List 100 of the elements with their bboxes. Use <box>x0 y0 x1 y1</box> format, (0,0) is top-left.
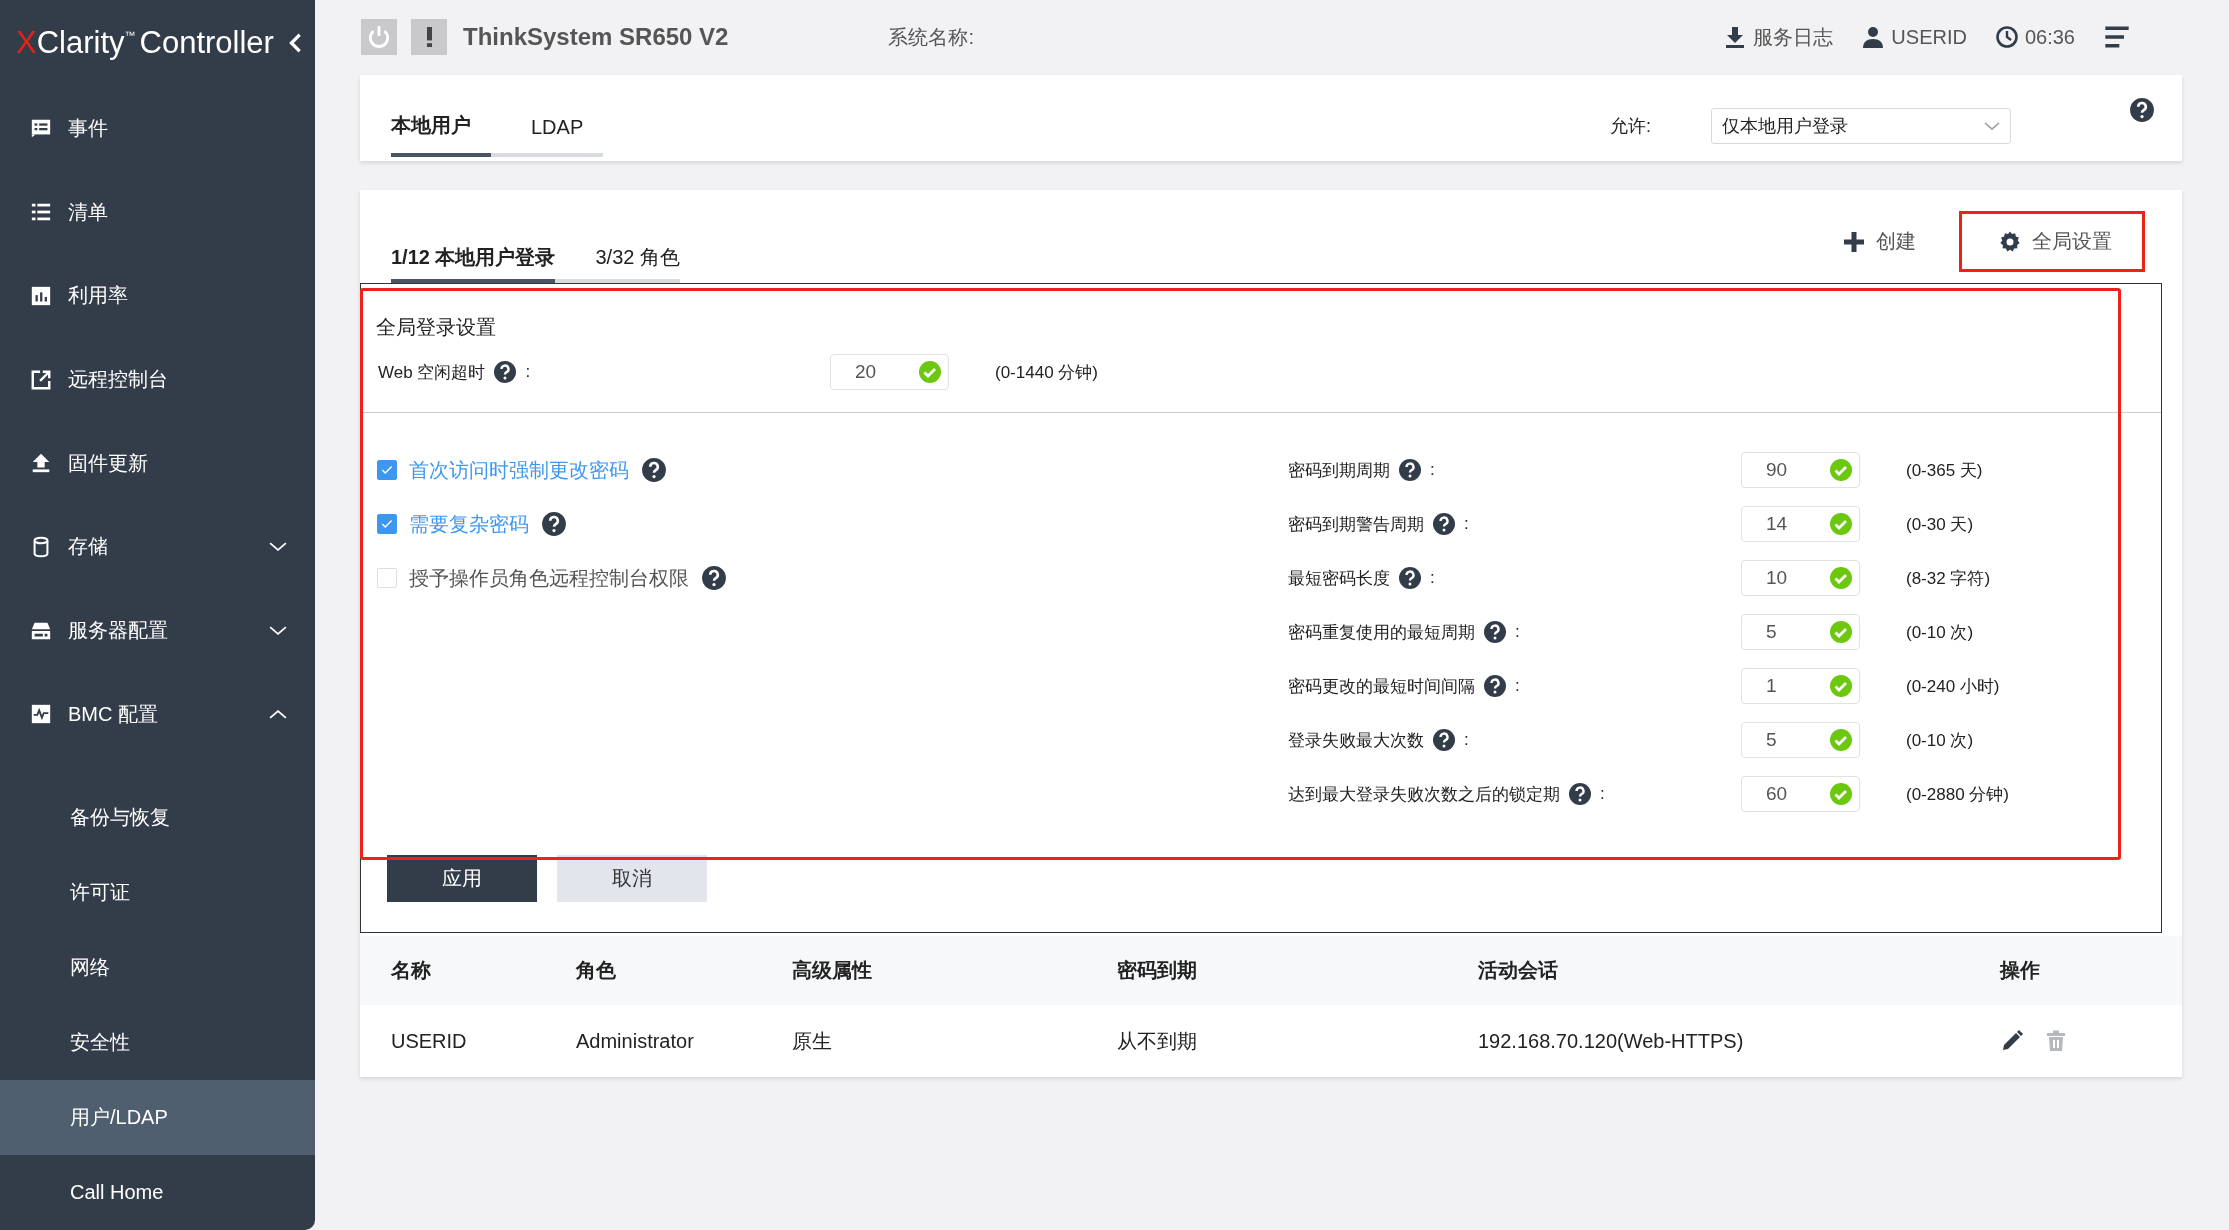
nav-item[interactable]: BMC 配置 <box>0 672 315 757</box>
help-icon[interactable] <box>2129 97 2155 123</box>
check-icon <box>1829 458 1853 482</box>
apply-button[interactable]: 应用 <box>387 855 537 902</box>
column-header: 名称 <box>360 936 576 1005</box>
nav-item[interactable]: 存储 <box>0 505 315 589</box>
field-label: 密码更改的最短时间间隔 <box>1288 675 1475 698</box>
input-field[interactable]: 20 <box>830 354 949 390</box>
nav-item[interactable]: 远程控制台 <box>0 337 315 422</box>
range-hint: (0-240 小时) <box>1906 675 2000 698</box>
check-icon <box>1829 728 1853 752</box>
tab[interactable]: 3/32 角色 <box>555 244 680 283</box>
tab[interactable]: 1/12 本地用户登录 <box>391 244 556 283</box>
tab[interactable]: LDAP <box>491 116 604 157</box>
check-icon <box>1829 512 1853 536</box>
column-header: 密码到期 <box>1117 936 1478 1005</box>
nav-subitem[interactable]: 用户/LDAP <box>0 1080 315 1156</box>
power-icon <box>366 24 392 50</box>
check-icon <box>918 360 942 384</box>
pencil-icon[interactable] <box>2000 1029 2024 1053</box>
input-field[interactable]: 5 <box>1741 722 1860 758</box>
field-label: Web 空闲超时 <box>378 361 486 384</box>
field-label: 登录失败最大次数 <box>1288 729 1424 752</box>
nav-item[interactable]: 固件更新 <box>0 421 315 505</box>
global-settings-button[interactable]: 全局设置 <box>1959 211 2145 272</box>
range-hint: (0-365 天) <box>1906 459 1983 482</box>
help-icon[interactable] <box>1398 458 1422 482</box>
login-mode-dropdown[interactable]: 仅本地用户登录 <box>1711 108 2011 144</box>
column-header: 高级属性 <box>792 936 1117 1005</box>
range-hint: (8-32 字符) <box>1906 567 1991 590</box>
plus-icon <box>1842 229 1866 254</box>
clock-icon <box>1994 25 2019 49</box>
checkbox[interactable] <box>377 514 397 534</box>
help-icon[interactable] <box>1432 728 1456 752</box>
range-hint: (0-10 次) <box>1906 621 1974 644</box>
column-header: 操作 <box>2000 936 2182 1005</box>
colon: : <box>1600 784 1605 804</box>
table-cell: 192.168.70.120(Web-HTTPS) <box>1478 1005 2000 1077</box>
help-icon[interactable] <box>493 360 518 384</box>
column-header: 角色 <box>576 936 792 1005</box>
input-field[interactable]: 60 <box>1741 776 1860 812</box>
check-icon <box>1829 566 1853 590</box>
table-cell: 从不到期 <box>1117 1005 1478 1077</box>
colon: : <box>1515 622 1520 642</box>
input-field[interactable]: 10 <box>1741 560 1860 596</box>
field-label: 最短密码长度 <box>1288 567 1390 590</box>
cancel-button[interactable]: 取消 <box>557 855 707 902</box>
field-label: 密码重复使用的最短周期 <box>1288 621 1475 644</box>
service-log-link[interactable]: 服务日志 <box>1753 23 1834 51</box>
nav-item[interactable]: 事件 <box>0 86 315 171</box>
help-icon[interactable] <box>1483 674 1507 698</box>
nav-item[interactable]: 服务器配置 <box>0 588 315 673</box>
field-label: 密码到期周期 <box>1288 459 1390 482</box>
help-icon[interactable] <box>1568 782 1592 806</box>
input-field[interactable]: 1 <box>1741 668 1860 704</box>
range-hint: (0-2880 分钟) <box>1906 783 2009 806</box>
nav-subitem[interactable]: 许可证 <box>0 855 315 931</box>
external-link-icon <box>30 368 52 391</box>
nav-item[interactable]: 清单 <box>0 170 315 254</box>
range-hint: (0-1440 分钟) <box>995 361 1098 384</box>
colon: : <box>1464 514 1469 534</box>
column-header: 活动会话 <box>1478 936 2000 1005</box>
table-cell: 原生 <box>792 1005 1117 1077</box>
colon: : <box>525 362 531 382</box>
help-icon[interactable] <box>1483 620 1507 644</box>
pulse-icon <box>30 703 52 726</box>
upload-icon <box>30 452 52 475</box>
colon: : <box>1515 676 1520 696</box>
exclamation-icon <box>426 27 432 47</box>
check-icon <box>1829 620 1853 644</box>
input-field[interactable]: 5 <box>1741 614 1860 650</box>
help-icon[interactable] <box>1398 566 1422 590</box>
bar-chart-icon <box>30 284 52 307</box>
nav-subitem[interactable]: 安全性 <box>0 1005 315 1081</box>
help-icon[interactable] <box>701 565 727 591</box>
alert-button[interactable] <box>411 19 447 55</box>
chevron-down-icon <box>269 542 287 552</box>
help-icon[interactable] <box>641 457 667 483</box>
checkmark-icon <box>380 517 394 531</box>
help-icon[interactable] <box>1432 512 1456 536</box>
checkbox-label[interactable]: 授予操作员角色远程控制台权限 <box>409 564 689 592</box>
user-name[interactable]: USERID <box>1891 25 1967 49</box>
checkbox[interactable] <box>377 460 397 480</box>
section-title: 全局登录设置 <box>376 315 497 340</box>
colon: : <box>1430 460 1435 480</box>
help-icon[interactable] <box>541 511 567 537</box>
chevron-down-icon <box>1984 122 2000 130</box>
nav-subitem[interactable]: 网络 <box>0 930 315 1006</box>
input-field[interactable]: 90 <box>1741 452 1860 488</box>
input-field[interactable]: 14 <box>1741 506 1860 542</box>
checkmark-icon <box>380 463 394 477</box>
settings-icon <box>1998 229 2022 254</box>
nav-subitem[interactable]: Call Home <box>0 1155 315 1230</box>
event-list-icon <box>30 117 52 140</box>
tab[interactable]: 本地用户 <box>391 112 491 157</box>
nav-item[interactable]: 利用率 <box>0 254 315 338</box>
create-button[interactable]: 创建 <box>1829 211 1949 272</box>
logo: XClarity™Controller <box>16 25 274 62</box>
nav-subitem[interactable]: 备份与恢复 <box>0 780 315 856</box>
clock-time: 06:36 <box>2024 25 2075 49</box>
